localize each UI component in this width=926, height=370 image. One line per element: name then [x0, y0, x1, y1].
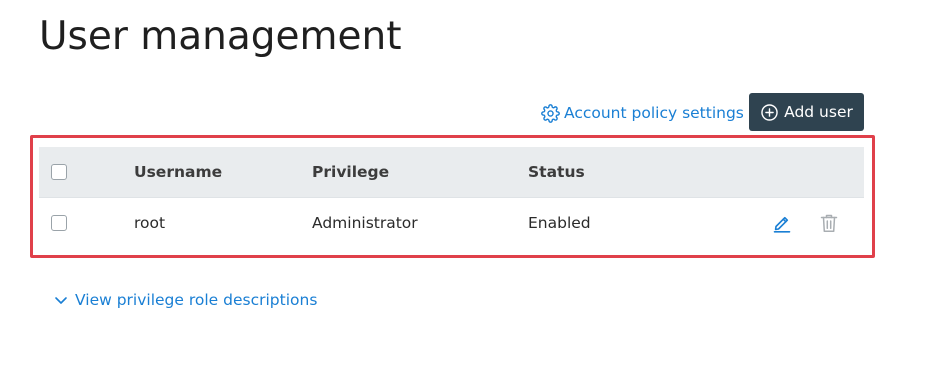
privilege-cell: Administrator: [312, 213, 418, 232]
column-header-privilege[interactable]: Privilege: [312, 163, 389, 181]
chevron-down-icon: [53, 292, 69, 308]
column-header-username[interactable]: Username: [134, 163, 222, 181]
trash-icon[interactable]: [820, 213, 838, 233]
plus-circle-icon: [760, 103, 779, 122]
row-checkbox[interactable]: [51, 214, 67, 231]
view-privilege-roles-link[interactable]: View privilege role descriptions: [53, 288, 317, 312]
view-privilege-roles-label: View privilege role descriptions: [75, 291, 318, 309]
select-all-checkbox[interactable]: [51, 164, 67, 180]
table-header: Username Privilege Status: [39, 147, 864, 197]
column-header-status[interactable]: Status: [528, 163, 585, 181]
account-policy-settings-link[interactable]: Account policy settings: [541, 101, 744, 125]
add-user-label: Add user: [784, 103, 853, 121]
gear-icon: [541, 103, 560, 123]
account-policy-settings-label: Account policy settings: [564, 104, 744, 122]
status-cell: Enabled: [528, 213, 591, 232]
add-user-button[interactable]: Add user: [749, 93, 864, 131]
table-row: root Administrator Enabled: [39, 197, 864, 247]
user-table: Username Privilege Status root Administr…: [39, 147, 864, 247]
edit-icon[interactable]: [772, 213, 792, 233]
username-cell: root: [134, 213, 166, 232]
page-title: User management: [39, 14, 402, 59]
